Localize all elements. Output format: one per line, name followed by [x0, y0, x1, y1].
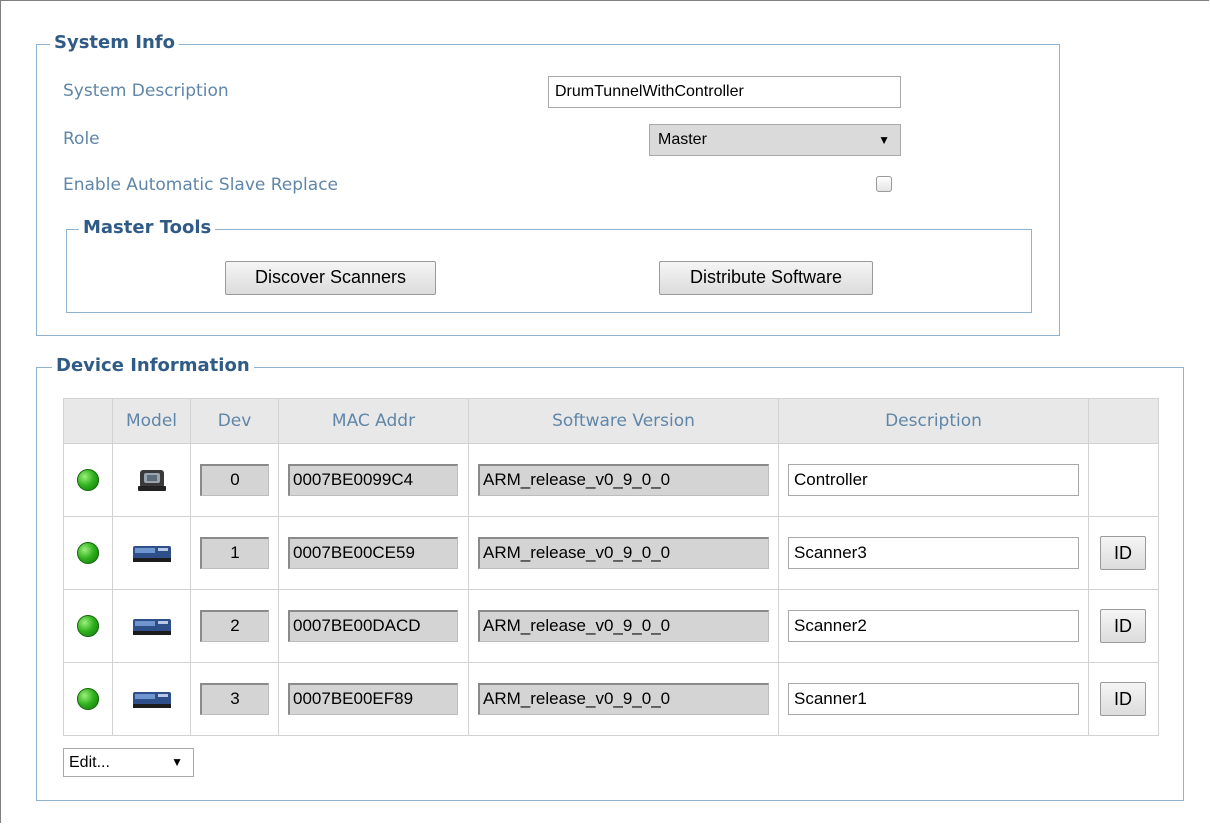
dev-field: 1: [200, 537, 269, 569]
column-header-model: Model: [112, 398, 191, 444]
id-button[interactable]: ID: [1100, 609, 1146, 643]
scanner-icon: [132, 546, 171, 562]
mac-field: 0007BE0099C4: [288, 464, 458, 496]
table-row: 0 0007BE0099C4 ARM_release_v0_9_0_0 Cont…: [63, 443, 1159, 517]
master-tools-legend: Master Tools: [79, 216, 216, 240]
software-version-field: ARM_release_v0_9_0_0: [478, 464, 769, 496]
column-header-dev: Dev: [190, 398, 279, 444]
id-button[interactable]: ID: [1100, 682, 1146, 716]
description-input[interactable]: Controller: [788, 464, 1079, 496]
description-input[interactable]: Scanner3: [788, 537, 1079, 569]
dev-field: 2: [200, 610, 269, 642]
status-led-icon: [77, 688, 99, 710]
device-information-legend: Device Information: [52, 354, 254, 378]
device-table: Model Dev MAC Addr Software Version Desc…: [63, 398, 1159, 736]
auto-slave-replace-label: Enable Automatic Slave Replace: [63, 175, 338, 195]
dropdown-arrow-icon: ▼: [171, 755, 183, 769]
status-led-icon: [77, 542, 99, 564]
controller-icon: [137, 470, 166, 491]
software-version-field: ARM_release_v0_9_0_0: [478, 610, 769, 642]
status-led-icon: [77, 615, 99, 637]
description-input[interactable]: Scanner2: [788, 610, 1079, 642]
software-version-field: ARM_release_v0_9_0_0: [478, 537, 769, 569]
description-input[interactable]: Scanner1: [788, 683, 1079, 715]
mac-field: 0007BE00CE59: [288, 537, 458, 569]
role-select-value: Master: [658, 131, 707, 148]
table-row: 1 0007BE00CE59 ARM_release_v0_9_0_0 Scan…: [63, 516, 1159, 590]
column-header-actions: [1088, 398, 1159, 444]
dropdown-arrow-icon: ▼: [878, 133, 890, 147]
dev-field: 3: [200, 683, 269, 715]
mac-field: 0007BE00DACD: [288, 610, 458, 642]
column-header-status: [63, 398, 113, 444]
scanner-icon: [132, 692, 171, 708]
edit-select-value: Edit...: [69, 754, 110, 771]
distribute-software-button[interactable]: Distribute Software: [659, 261, 873, 295]
system-info-legend: System Info: [50, 31, 179, 55]
device-table-header: Model Dev MAC Addr Software Version Desc…: [63, 398, 1159, 444]
column-header-mac-addr: MAC Addr: [278, 398, 469, 444]
auto-slave-replace-checkbox[interactable]: [876, 176, 892, 192]
system-description-input[interactable]: DrumTunnelWithController: [548, 76, 901, 108]
column-header-software-version: Software Version: [468, 398, 779, 444]
scanner-icon: [132, 619, 171, 635]
software-version-field: ARM_release_v0_9_0_0: [478, 683, 769, 715]
table-row: 3 0007BE00EF89 ARM_release_v0_9_0_0 Scan…: [63, 662, 1159, 736]
role-select[interactable]: Master ▼: [649, 124, 901, 156]
column-header-description: Description: [778, 398, 1089, 444]
role-label: Role: [63, 129, 100, 149]
id-button[interactable]: ID: [1100, 536, 1146, 570]
table-row: 2 0007BE00DACD ARM_release_v0_9_0_0 Scan…: [63, 589, 1159, 663]
system-description-label: System Description: [63, 81, 229, 101]
dev-field: 0: [200, 464, 269, 496]
discover-scanners-button[interactable]: Discover Scanners: [225, 261, 436, 295]
status-led-icon: [77, 469, 99, 491]
mac-field: 0007BE00EF89: [288, 683, 458, 715]
master-tools-fieldset: Master Tools: [66, 216, 1032, 313]
edit-select[interactable]: Edit... ▼: [63, 748, 194, 777]
